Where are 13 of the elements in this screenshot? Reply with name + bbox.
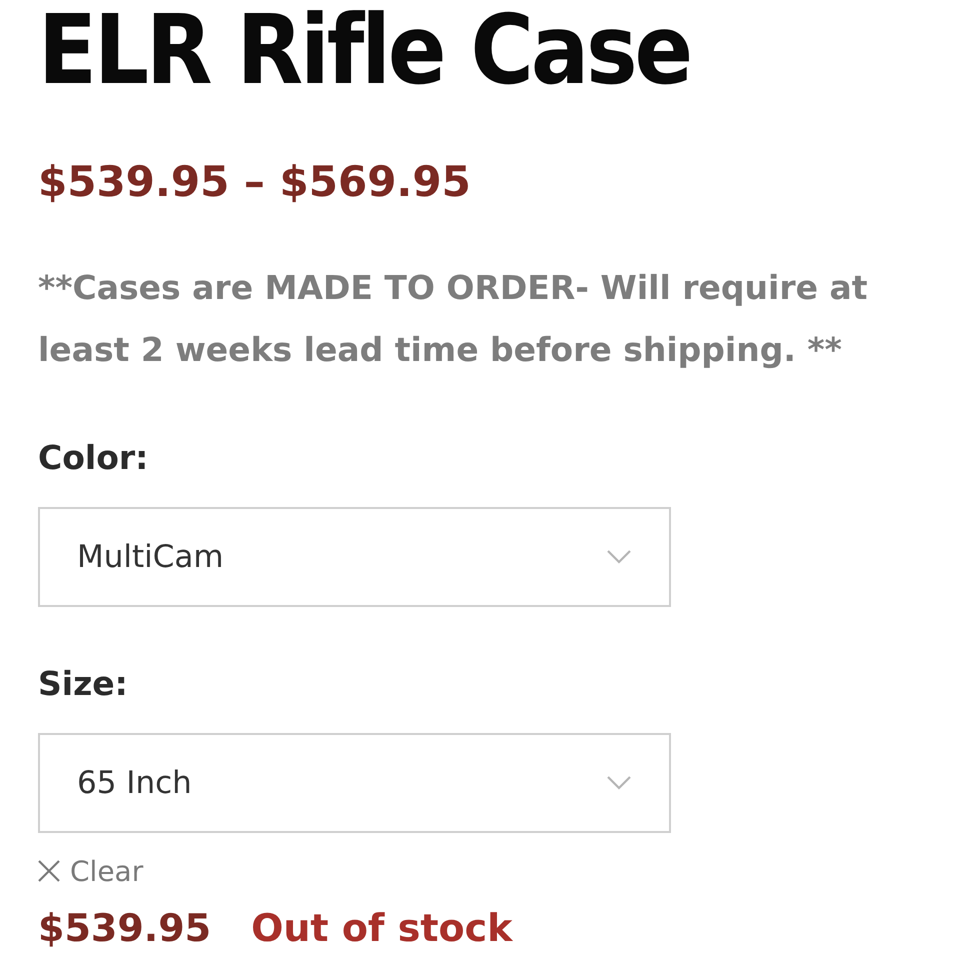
chevron-down-icon (607, 550, 631, 564)
option-dropdown[interactable]: 65 Inch (38, 732, 671, 833)
stock-status: Out of stock (251, 906, 512, 950)
option-label: Size: (38, 663, 128, 706)
product-title: ELR Rifle Case (38, 0, 690, 101)
made-to-order-note: **Cases are MADE TO ORDER- Will require at least 2 weeks lead time before shipping. ** (38, 267, 869, 372)
variant-price: $539.95 (38, 906, 212, 950)
option-dropdown[interactable]: MultiCam (38, 507, 671, 608)
option-label: Color: (38, 437, 148, 480)
clear-link[interactable]: Clear (38, 854, 144, 888)
price-range: $539.95 – $569.95 (38, 156, 471, 208)
close-icon (38, 860, 60, 882)
chevron-down-icon (607, 776, 631, 790)
